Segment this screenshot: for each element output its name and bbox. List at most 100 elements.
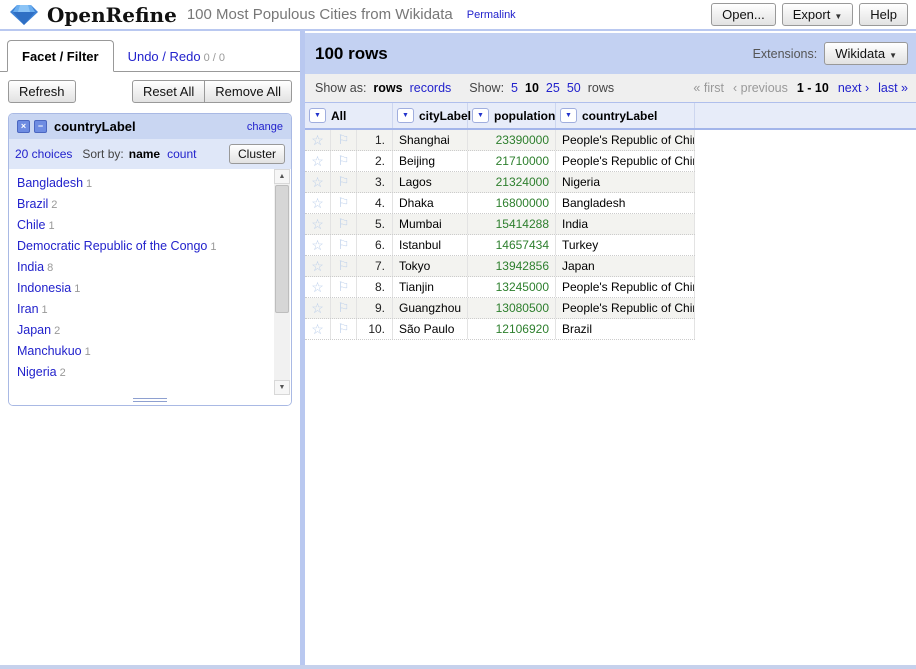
- star-icon[interactable]: ☆: [305, 151, 331, 171]
- star-icon[interactable]: ☆: [305, 319, 331, 339]
- view-controls-bar: Show as: rows records Show: 5102550 rows…: [305, 74, 916, 102]
- refresh-button[interactable]: Refresh: [8, 80, 76, 103]
- facet-resize-handle[interactable]: [9, 395, 291, 405]
- tab-facet-filter[interactable]: Facet / Filter: [7, 40, 114, 72]
- facet-scrollbar[interactable]: ▲ ▼: [274, 169, 290, 395]
- star-icon[interactable]: ☆: [305, 298, 331, 318]
- permalink-link[interactable]: Permalink: [467, 9, 516, 21]
- sort-by-count[interactable]: count: [167, 147, 196, 161]
- last-page-link[interactable]: last »: [878, 81, 908, 95]
- flag-icon[interactable]: ⚐: [331, 151, 357, 171]
- star-icon[interactable]: ☆: [305, 214, 331, 234]
- cluster-button[interactable]: Cluster: [229, 144, 285, 164]
- countrylabel-dropdown-button[interactable]: ▼: [560, 108, 577, 123]
- show-as-records[interactable]: records: [410, 81, 452, 95]
- flag-icon[interactable]: ⚐: [331, 256, 357, 276]
- facet-choice-label[interactable]: Indonesia: [17, 281, 71, 295]
- facet-header: × − countryLabel change: [9, 114, 291, 139]
- flag-icon[interactable]: ⚐: [331, 214, 357, 234]
- cell-citylabel: Beijing: [393, 151, 468, 171]
- citylabel-dropdown-button[interactable]: ▼: [397, 108, 414, 123]
- next-page-link[interactable]: next ›: [838, 81, 869, 95]
- all-dropdown-button[interactable]: ▼: [309, 108, 326, 123]
- facet-choice-count: 1: [49, 220, 55, 232]
- facet-choice: India8: [17, 257, 274, 278]
- scrollbar-thumb[interactable]: [275, 185, 289, 313]
- show-as-rows[interactable]: rows: [373, 81, 402, 95]
- remove-all-button[interactable]: Remove All: [204, 80, 292, 103]
- cell-citylabel: Lagos: [393, 172, 468, 192]
- page-size-50[interactable]: 50: [567, 81, 581, 95]
- extensions-label: Extensions:: [753, 47, 818, 61]
- main-panel: 100 rows Extensions: Wikidata▼ Show as: …: [305, 33, 916, 669]
- close-icon[interactable]: ×: [17, 120, 30, 133]
- facet-choice-label[interactable]: Japan: [17, 323, 51, 337]
- row-index: 6.: [357, 235, 393, 255]
- chevron-down-icon: ▼: [565, 112, 572, 119]
- star-icon[interactable]: ☆: [305, 193, 331, 213]
- column-header-countrylabel: ▼ countryLabel: [556, 103, 695, 128]
- facet-choice-label[interactable]: Democratic Republic of the Congo: [17, 239, 207, 253]
- facet-choice-label[interactable]: Nigeria: [17, 365, 57, 379]
- facet-choice: Bangladesh1: [17, 173, 274, 194]
- flag-icon[interactable]: ⚐: [331, 277, 357, 297]
- star-icon[interactable]: ☆: [305, 277, 331, 297]
- star-icon[interactable]: ☆: [305, 130, 331, 150]
- table-row: ☆⚐10.São Paulo12106920Brazil: [305, 319, 695, 340]
- previous-page-link[interactable]: ‹ previous: [733, 81, 788, 95]
- population-dropdown-button[interactable]: ▼: [472, 108, 489, 123]
- page-size-5[interactable]: 5: [511, 81, 518, 95]
- flag-icon[interactable]: ⚐: [331, 130, 357, 150]
- facet-choice-count: 1: [86, 178, 92, 190]
- facet-choices-link[interactable]: 20 choices: [15, 147, 72, 161]
- tab-undo-redo[interactable]: Undo / Redo0 / 0: [114, 41, 239, 71]
- help-button[interactable]: Help: [859, 3, 908, 26]
- facet-change-link[interactable]: change: [247, 121, 283, 133]
- facet-choice-label[interactable]: Chile: [17, 218, 46, 232]
- facet-choice-label[interactable]: India: [17, 260, 44, 274]
- facet-choice-count: 1: [74, 283, 80, 295]
- cell-population: 21710000: [468, 151, 556, 171]
- facet-actions: Refresh Reset All Remove All: [0, 72, 300, 109]
- table-row: ☆⚐1.Shanghai23390000People's Republic of…: [305, 130, 695, 151]
- facet-choice-label[interactable]: Manchukuo: [17, 344, 82, 358]
- facet-choice: Iran1: [17, 299, 274, 320]
- table-row: ☆⚐9.Guangzhou13080500People's Republic o…: [305, 298, 695, 319]
- star-icon[interactable]: ☆: [305, 256, 331, 276]
- flag-icon[interactable]: ⚐: [331, 235, 357, 255]
- facet-choice: Nigeria2: [17, 362, 274, 383]
- project-title: 100 Most Populous Cities from Wikidata: [187, 6, 453, 23]
- open-button[interactable]: Open...: [711, 3, 776, 26]
- chevron-down-icon: ▼: [889, 51, 897, 60]
- flag-icon[interactable]: ⚐: [331, 172, 357, 192]
- facet-choice-label[interactable]: Iran: [17, 302, 39, 316]
- cell-citylabel: Guangzhou: [393, 298, 468, 318]
- scroll-down-icon[interactable]: ▼: [274, 380, 290, 395]
- flag-icon[interactable]: ⚐: [331, 319, 357, 339]
- cell-countrylabel: Nigeria: [556, 172, 695, 192]
- wikidata-extension-button[interactable]: Wikidata▼: [824, 42, 908, 65]
- cell-countrylabel: People's Republic of China: [556, 277, 695, 297]
- scroll-up-icon[interactable]: ▲: [274, 169, 290, 184]
- export-button[interactable]: Export▼: [782, 3, 854, 26]
- cell-countrylabel: Turkey: [556, 235, 695, 255]
- facet-choice-label[interactable]: Bangladesh: [17, 176, 83, 190]
- reset-all-button[interactable]: Reset All: [132, 80, 205, 103]
- chevron-down-icon: ▼: [314, 112, 321, 119]
- sort-by-name[interactable]: name: [129, 147, 160, 161]
- facet-choice-count: 1: [85, 346, 91, 358]
- flag-icon[interactable]: ⚐: [331, 193, 357, 213]
- cell-citylabel: Tokyo: [393, 256, 468, 276]
- flag-icon[interactable]: ⚐: [331, 298, 357, 318]
- page-size-10[interactable]: 10: [525, 81, 539, 95]
- page-size-25[interactable]: 25: [546, 81, 560, 95]
- facet-choice-count: 2: [54, 325, 60, 337]
- table-header: ▼ All ▼ cityLabel ▼ population ▼ country…: [305, 102, 916, 130]
- star-icon[interactable]: ☆: [305, 172, 331, 192]
- star-icon[interactable]: ☆: [305, 235, 331, 255]
- column-header-all: ▼ All: [305, 103, 393, 128]
- minimize-icon[interactable]: −: [34, 120, 47, 133]
- first-page-link[interactable]: « first: [693, 81, 724, 95]
- facet-choice-label[interactable]: Brazil: [17, 197, 48, 211]
- show-as-label: Show as:: [315, 81, 366, 95]
